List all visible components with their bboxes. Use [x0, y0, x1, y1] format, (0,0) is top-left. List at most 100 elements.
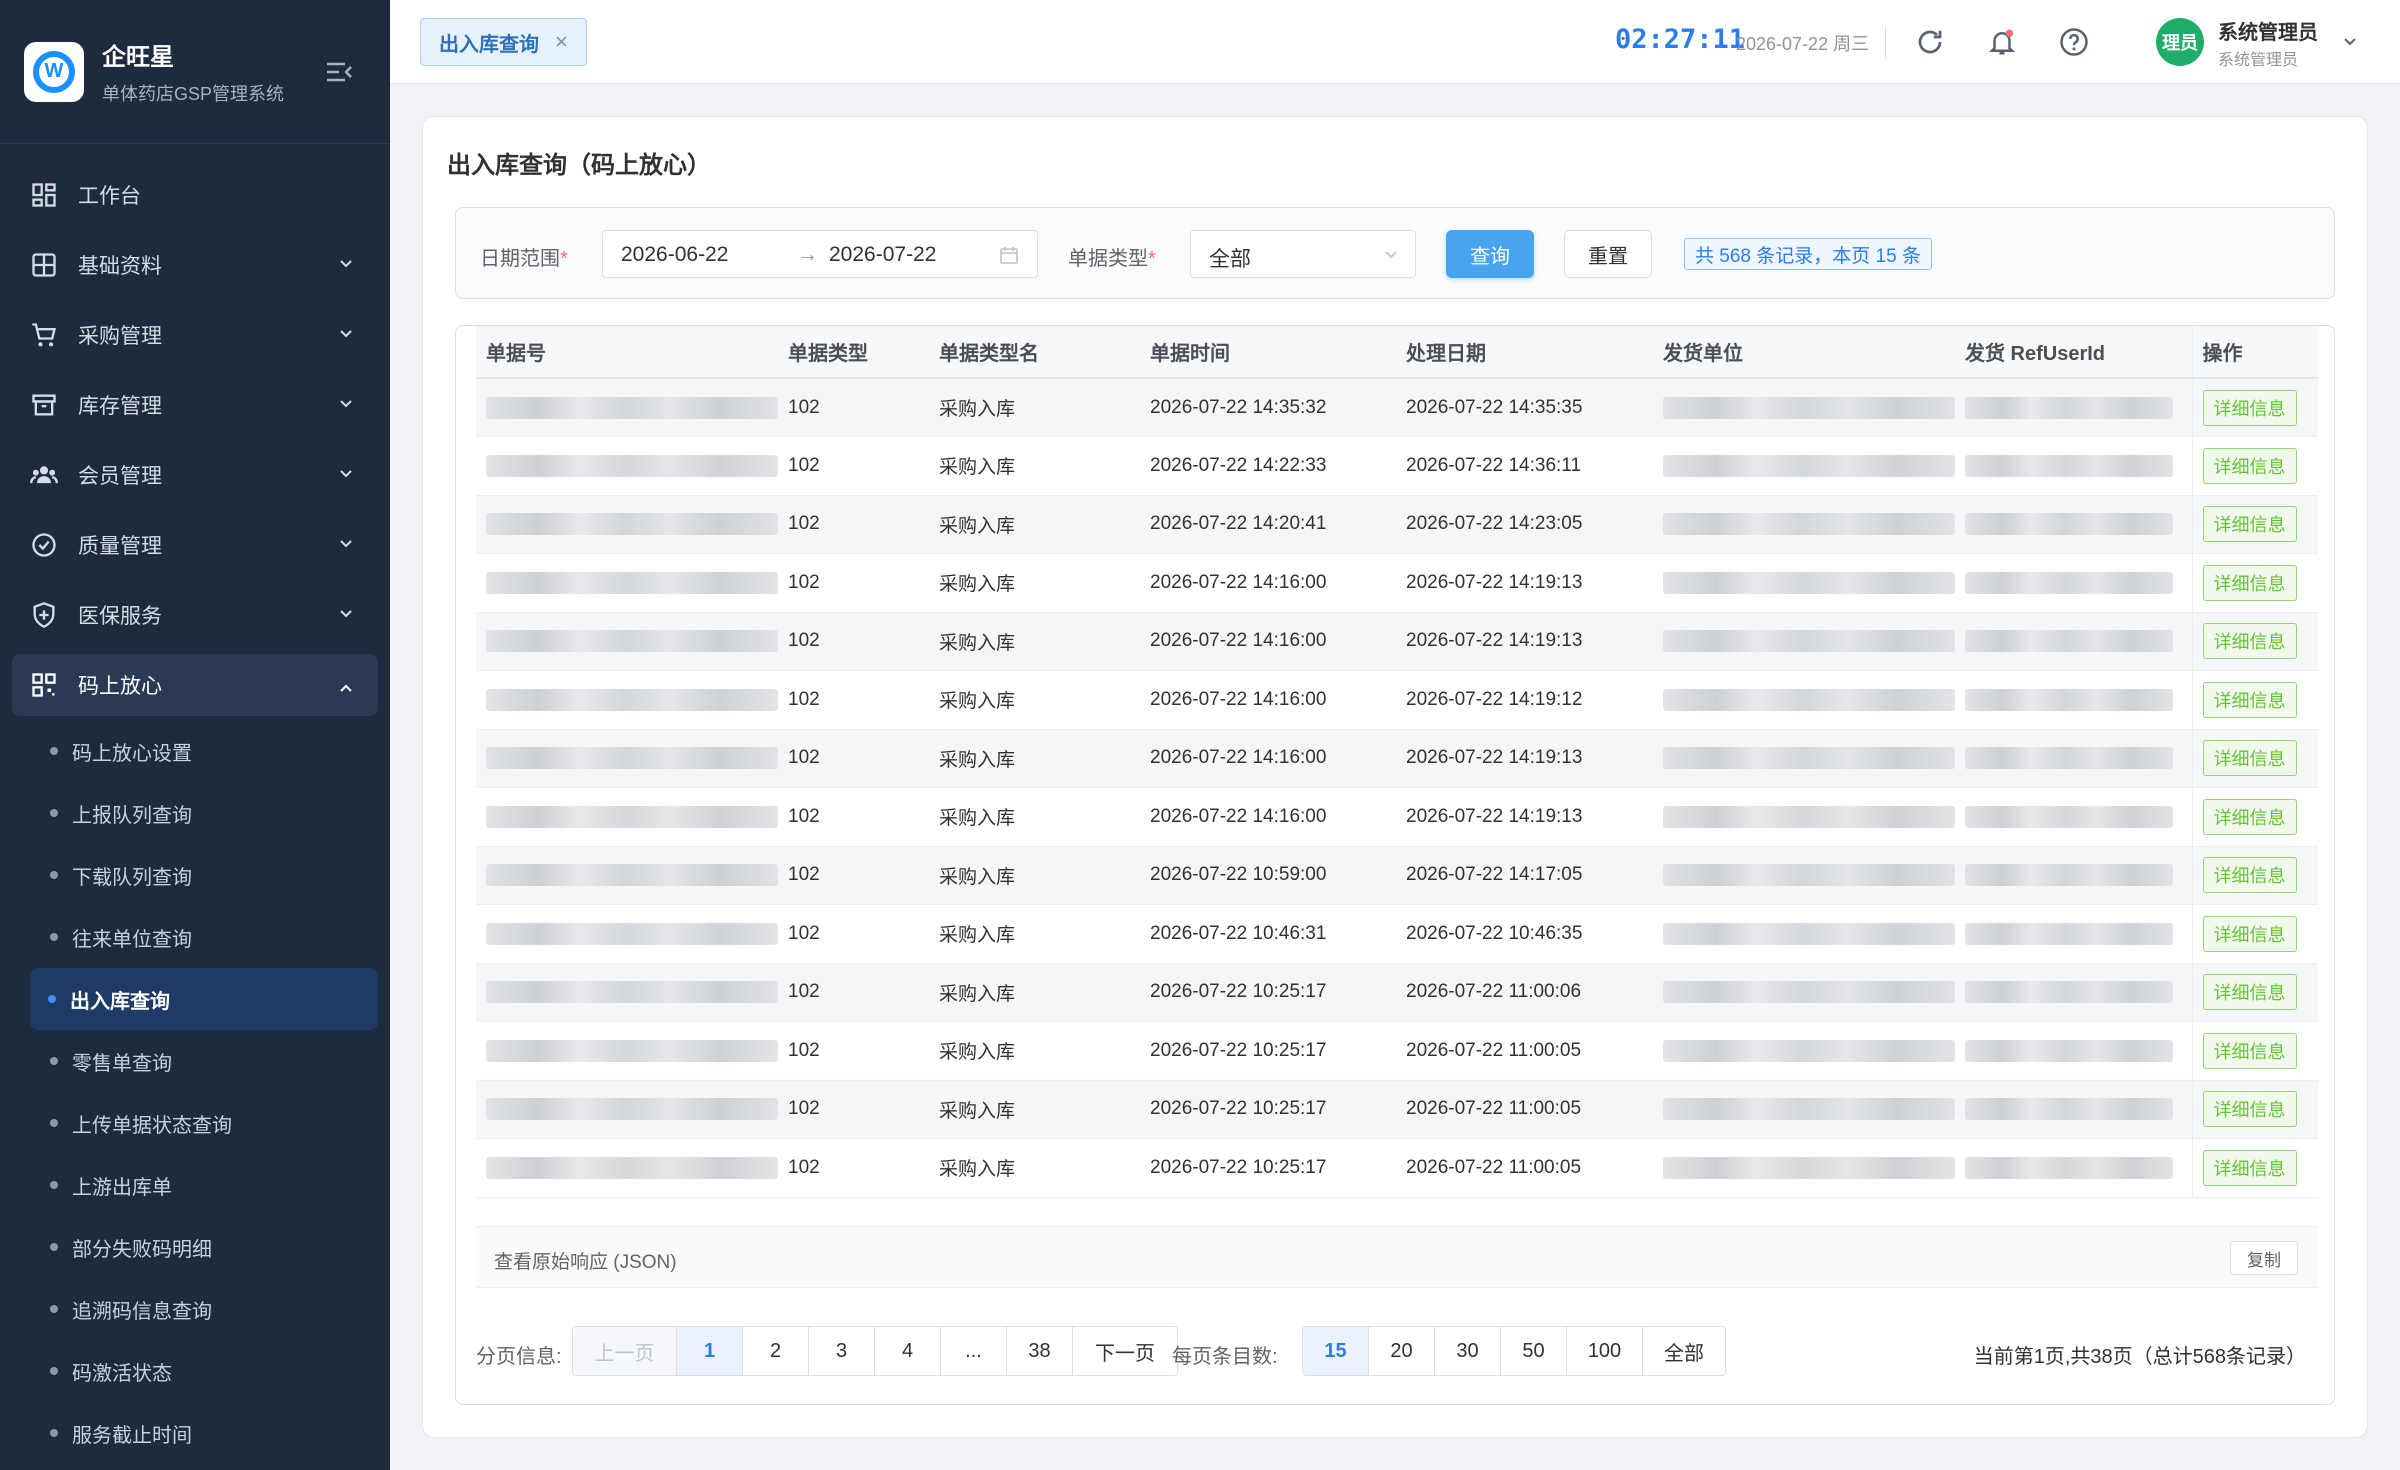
- date-end[interactable]: 2026-07-22: [829, 243, 936, 267]
- sidebar-item-medical-insurance[interactable]: 医保服务: [0, 580, 390, 650]
- raw-json-panel[interactable]: 查看原始响应 (JSON) 复制: [476, 1226, 2318, 1288]
- pagination-summary: 当前第1页,共38页（总计568条记录）: [1973, 1346, 2306, 1368]
- sidebar-item-traceability[interactable]: 码上放心: [12, 654, 378, 716]
- help-icon[interactable]: [2057, 25, 2091, 59]
- col-header-doc-no[interactable]: 单据号: [476, 326, 778, 379]
- sidebar-subitem-activation-status[interactable]: 码激活状态: [0, 1340, 390, 1402]
- sidebar-item-label: 基础资料: [78, 255, 162, 278]
- detail-button[interactable]: 详细信息: [2202, 389, 2297, 426]
- tab-inout-query[interactable]: 出入库查询 ×: [420, 18, 587, 66]
- bell-icon[interactable]: [1985, 25, 2019, 59]
- sidebar-item-quality[interactable]: 质量管理: [0, 510, 390, 580]
- detail-button[interactable]: 详细信息: [2202, 1149, 2297, 1186]
- sidebar-subitem-partial-failure[interactable]: 部分失败码明细: [0, 1216, 390, 1278]
- sidebar-item-basic-data[interactable]: 基础资料: [0, 230, 390, 300]
- cell-doc-time: 2026-07-22 10:25:17: [1140, 1021, 1396, 1081]
- detail-button[interactable]: 详细信息: [2202, 1032, 2297, 1069]
- detail-button[interactable]: 详细信息: [2202, 915, 2297, 952]
- sidebar-item-members[interactable]: 会员管理: [0, 440, 390, 510]
- table-row: 102 采购入库 2026-07-22 14:16:00 2026-07-22 14:…: [476, 670, 2318, 730]
- date-start[interactable]: 2026-06-22: [621, 243, 728, 267]
- cell-doc-type-name: 采购入库: [929, 963, 1140, 1022]
- col-header-processed-date[interactable]: 处理日期: [1396, 326, 1653, 379]
- prev-page-button[interactable]: 上一页: [573, 1327, 677, 1375]
- cell-actions: 详细信息: [2191, 612, 2318, 671]
- detail-button[interactable]: 详细信息: [2202, 857, 2297, 894]
- page-size-15[interactable]: 15: [1303, 1327, 1369, 1375]
- col-header-doc-type[interactable]: 单据类型: [778, 326, 929, 379]
- detail-button[interactable]: 详细信息: [2202, 447, 2297, 484]
- sidebar-subitem-service-expiry[interactable]: 服务截止时间: [0, 1402, 390, 1464]
- detail-button[interactable]: 详细信息: [2202, 1091, 2297, 1128]
- page-size-30[interactable]: 30: [1435, 1327, 1501, 1375]
- sidebar-subitem-download-queue[interactable]: 下载队列查询: [0, 844, 390, 906]
- sidebar-subitem-label: 码上放心设置: [72, 742, 192, 765]
- page-button-2[interactable]: 2: [743, 1327, 809, 1375]
- page-size-100[interactable]: 100: [1567, 1327, 1643, 1375]
- avatar[interactable]: 理员: [2156, 18, 2204, 66]
- top-header: 出入库查询 × 02:27:11 2026-07-22 周三 理员 系统管理员 …: [390, 0, 2400, 84]
- page-size-all[interactable]: 全部: [1643, 1327, 1725, 1375]
- page-button-3[interactable]: 3: [809, 1327, 875, 1375]
- close-icon[interactable]: ×: [555, 29, 568, 55]
- page-button-4[interactable]: 4: [875, 1327, 941, 1375]
- cell-processed-date: 2026-07-22 14:19:13: [1396, 612, 1653, 671]
- pagination-label: 分页信息:: [476, 1346, 562, 1368]
- page-size-50[interactable]: 50: [1501, 1327, 1567, 1375]
- main-card: 出入库查询（码上放心） 日期范围* 2026-06-22 → 2026-07-2…: [422, 116, 2368, 1438]
- brand-subtitle: 单体药店GSP管理系统: [102, 84, 285, 104]
- cell-doc-time: 2026-07-22 14:16:00: [1140, 612, 1396, 671]
- detail-button[interactable]: 详细信息: [2202, 564, 2297, 601]
- sidebar-item-dashboard[interactable]: 工作台: [0, 160, 390, 230]
- sidebar-subitem-label: 追溯码信息查询: [72, 1300, 212, 1323]
- doc-type-value: 全部: [1209, 248, 1251, 271]
- table-row: 102 采购入库 2026-07-22 14:16:00 2026-07-22 14:…: [476, 729, 2318, 788]
- sidebar-subitem-retail-query[interactable]: 零售单查询: [0, 1030, 390, 1092]
- query-button[interactable]: 查询: [1446, 230, 1534, 278]
- detail-button[interactable]: 详细信息: [2202, 681, 2297, 718]
- sidebar-item-inventory[interactable]: 库存管理: [0, 370, 390, 440]
- detail-button[interactable]: 详细信息: [2202, 798, 2297, 835]
- copy-button[interactable]: 复制: [2230, 1241, 2298, 1275]
- sidebar-subitem-upload-status[interactable]: 上传单据状态查询: [0, 1092, 390, 1154]
- sidebar-subitem-inout-query[interactable]: 出入库查询: [30, 968, 378, 1030]
- detail-button[interactable]: 详细信息: [2202, 623, 2297, 660]
- col-header-shipper[interactable]: 发货单位: [1653, 326, 1955, 379]
- sidebar-subitem-label: 上游出库单: [72, 1176, 172, 1199]
- bullet-dot-icon: [50, 747, 58, 755]
- cell-doc-no: [476, 495, 778, 554]
- cell-doc-time: 2026-07-22 10:25:17: [1140, 1138, 1396, 1198]
- arrow-right-icon: →: [797, 243, 818, 266]
- reset-button[interactable]: 重置: [1564, 230, 1652, 278]
- bullet-dot-icon: [50, 1367, 58, 1375]
- chevron-down-icon[interactable]: [2342, 34, 2358, 50]
- chevron-down-icon: [340, 470, 352, 478]
- cell-shipper: [1653, 436, 1955, 496]
- cell-actions: 详细信息: [2191, 963, 2318, 1022]
- sidebar-subitem-upload-queue[interactable]: 上报队列查询: [0, 782, 390, 844]
- user-name[interactable]: 系统管理员: [2218, 16, 2318, 45]
- chevron-down-icon: [340, 610, 352, 618]
- sidebar-subitem-trace-code-info[interactable]: 追溯码信息查询: [0, 1278, 390, 1340]
- sidebar-subitem-partners[interactable]: 往来单位查询: [0, 906, 390, 968]
- doc-type-select[interactable]: 全部: [1190, 230, 1416, 278]
- refresh-icon[interactable]: [1913, 25, 1947, 59]
- raw-json-label[interactable]: 查看原始响应 (JSON): [494, 1247, 677, 1274]
- col-header-doc-time[interactable]: 单据时间: [1140, 326, 1396, 379]
- col-header-shipper-refuserid[interactable]: 发货 RefUserId: [1955, 326, 2192, 379]
- col-header-doc-type-name[interactable]: 单据类型名: [929, 326, 1140, 379]
- page-button-38[interactable]: 38: [1007, 1327, 1073, 1375]
- sidebar-item-purchase[interactable]: 采购管理: [0, 300, 390, 370]
- next-page-button[interactable]: 下一页: [1073, 1327, 1177, 1375]
- collapse-menu-icon[interactable]: [325, 60, 353, 84]
- detail-button[interactable]: 详细信息: [2202, 506, 2297, 543]
- detail-button[interactable]: 详细信息: [2202, 740, 2297, 777]
- sidebar-subitem-trace-settings[interactable]: 码上放心设置: [0, 720, 390, 782]
- date-range-picker[interactable]: 2026-06-22 → 2026-07-22: [602, 230, 1038, 278]
- page-size-20[interactable]: 20: [1369, 1327, 1435, 1375]
- page-button-1[interactable]: 1: [677, 1327, 743, 1375]
- cell-shipper-refuserid: [1955, 904, 2192, 964]
- detail-button[interactable]: 详细信息: [2202, 974, 2297, 1011]
- bullet-dot-icon: [50, 1429, 58, 1437]
- sidebar-subitem-upstream-outbound[interactable]: 上游出库单: [0, 1154, 390, 1216]
